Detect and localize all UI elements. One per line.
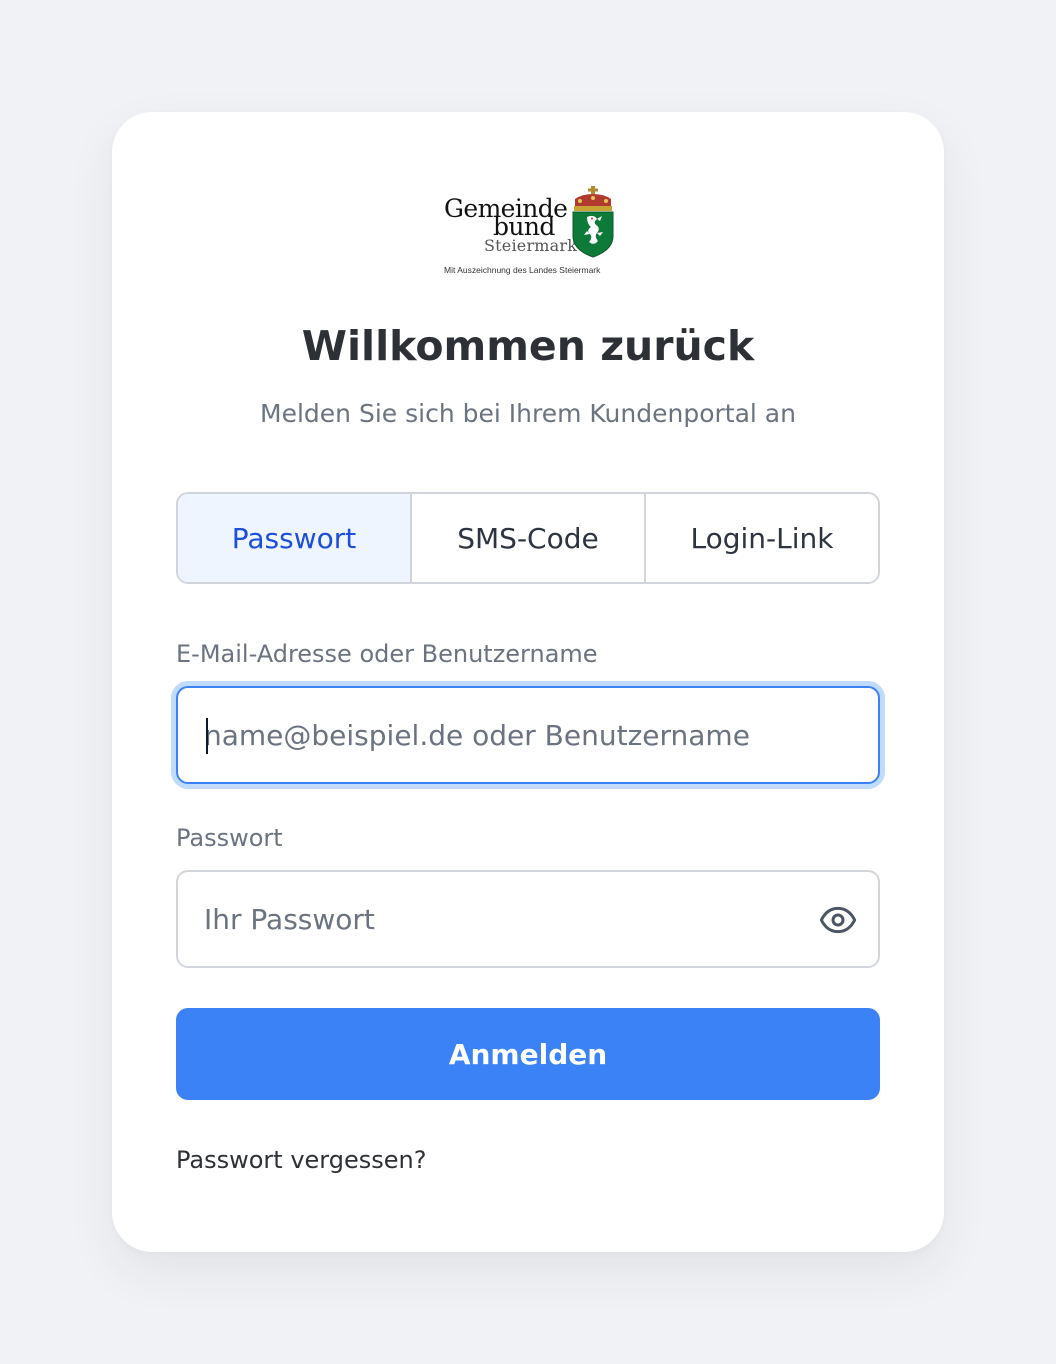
page-title: Willkommen zurück (301, 322, 755, 370)
submit-button[interactable]: Anmelden (176, 1008, 880, 1100)
password-field[interactable] (204, 872, 804, 966)
email-field[interactable] (204, 688, 804, 782)
tab-passwort[interactable]: Passwort (178, 494, 410, 582)
email-field-wrapper (176, 686, 880, 784)
login-method-tabs: Passwort SMS-Code Login-Link (176, 492, 880, 584)
login-card: Gemeinde bund Steiermark Mit Auszeichnun… (112, 112, 944, 1252)
styrian-panther-coat-of-arms-icon (572, 186, 614, 258)
page-subtitle: Melden Sie sich bei Ihrem Kundenportal a… (260, 399, 796, 428)
forgot-password-link[interactable]: Passwort vergessen? (176, 1142, 426, 1178)
text-cursor (206, 718, 208, 754)
logo-tagline: Mit Auszeichnung des Landes Steiermark (444, 265, 601, 275)
tab-sms-code[interactable]: SMS-Code (410, 494, 644, 582)
logo-text-steiermark: Steiermark (484, 236, 578, 255)
password-label: Passwort (176, 824, 283, 852)
gemeindebund-logo: Gemeinde bund Steiermark Mit Auszeichnun… (442, 184, 622, 280)
tab-login-link[interactable]: Login-Link (644, 494, 878, 582)
eye-icon[interactable] (818, 900, 858, 940)
password-field-wrapper (176, 870, 880, 968)
email-label: E-Mail-Adresse oder Benutzername (176, 640, 598, 668)
